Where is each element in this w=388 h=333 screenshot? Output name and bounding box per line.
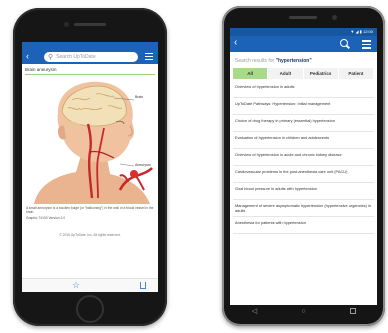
results-list: Overview of hypertension in adults UpToD… (233, 81, 374, 234)
back-chevron-icon[interactable]: ‹ (26, 51, 29, 61)
brain-label: Brain (135, 95, 144, 99)
back-arrow-icon[interactable]: ‹ (234, 37, 237, 49)
front-camera (64, 22, 69, 27)
tab-pediatrics[interactable]: Pediatrics (303, 68, 339, 79)
iphone-device: ‹ ⚲ Search UpToDate Brain aneurysm Brain… (13, 8, 167, 326)
android-device: ▼ ◢ ▮ 12:00 ‹ Search results for "hypert… (222, 6, 385, 326)
status-bar: ▼ ◢ ▮ 12:00 (230, 28, 377, 36)
search-icon[interactable] (340, 39, 348, 47)
earpiece-speaker (289, 16, 317, 19)
search-input[interactable]: ⚲ Search UpToDate (44, 52, 138, 62)
aneurysm-label: Aneurysm (135, 163, 151, 167)
iphone-screen: ‹ ⚲ Search UpToDate Brain aneurysm Brain… (22, 42, 158, 292)
medical-illustration: Brain Aneurysm (24, 78, 156, 204)
search-placeholder: Search UpToDate (56, 54, 96, 60)
result-item[interactable]: Evaluation of hypertension in children a… (233, 132, 374, 149)
earpiece-speaker (74, 23, 106, 26)
home-circle-icon[interactable]: ○ (298, 308, 310, 316)
title-divider (25, 74, 155, 75)
copyright-notice: © 2016 UpToDate, Inc. All rights reserve… (59, 232, 121, 237)
result-item[interactable]: Cardiovascular problems in the post-anes… (233, 166, 374, 183)
search-results-heading: Search results for "hypertension" (230, 52, 377, 68)
app-bar: ‹ (230, 36, 377, 52)
result-item[interactable]: Overview of hypertension in acute and ch… (233, 149, 374, 166)
back-triangle-icon[interactable]: ◁ (249, 308, 261, 316)
tab-all[interactable]: All (233, 68, 269, 79)
menu-icon[interactable] (362, 40, 371, 51)
result-item[interactable]: Anesthesia for patients with hypertensio… (233, 217, 374, 234)
tab-patient[interactable]: Patient (338, 68, 374, 79)
status-bar (22, 42, 158, 49)
search-query: "hypertension" (275, 58, 312, 64)
tab-adult[interactable]: Adult (268, 68, 304, 79)
share-icon[interactable] (140, 282, 146, 289)
result-item[interactable]: Goal blood pressure in adults with hyper… (233, 183, 374, 200)
bookmark-star-icon[interactable]: ☆ (72, 280, 80, 291)
result-item[interactable]: Management of severe asymptomatic hypert… (233, 200, 374, 217)
search-icon: ⚲ (48, 53, 54, 61)
android-screen: ▼ ◢ ▮ 12:00 ‹ Search results for "hypert… (230, 28, 377, 305)
bottom-toolbar: ☆ (22, 278, 158, 292)
menu-icon[interactable] (145, 53, 153, 62)
result-item[interactable]: Overview of hypertension in adults (233, 81, 374, 98)
recents-square-icon[interactable] (347, 307, 359, 317)
result-item[interactable]: Choice of drug therapy in primary (essen… (233, 115, 374, 132)
front-camera (332, 15, 337, 20)
top-nav-bar: ‹ ⚲ Search UpToDate (22, 49, 158, 64)
filter-tabs: All Adult Pediatrics Patient (233, 68, 374, 79)
android-nav-bar: ◁ ○ (230, 305, 377, 319)
status-icons: ▼ ◢ ▮ 12:00 (350, 29, 373, 34)
home-button[interactable] (76, 295, 104, 323)
page-title: Brain aneurysm (25, 67, 57, 72)
figure-caption: A small aneurysm is a swollen bulge (or … (26, 206, 154, 215)
results-prefix: Search results for (235, 58, 275, 64)
graphic-reference: Graphic 74100 Version 2.0 (26, 216, 66, 221)
result-item[interactable]: UpToDate Pathways: Hypertension: Initial… (233, 98, 374, 115)
